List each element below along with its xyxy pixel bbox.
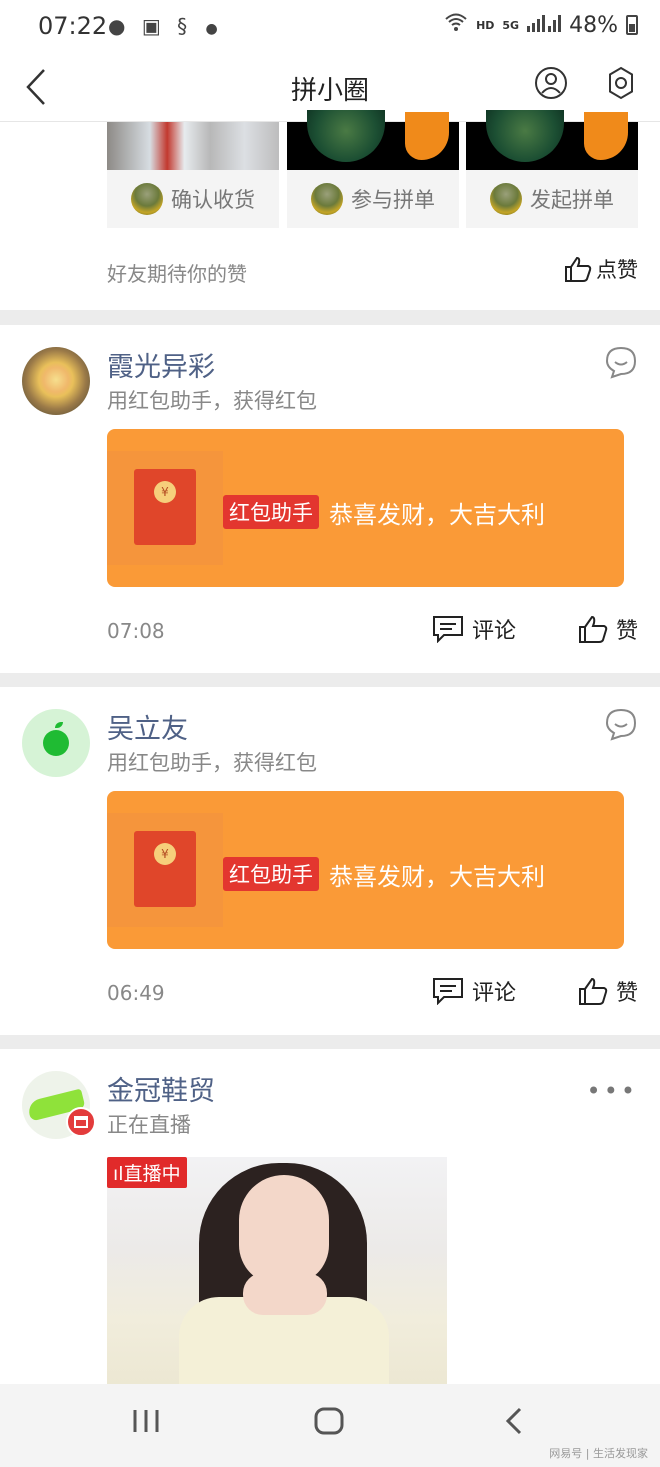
product-image[interactable]	[107, 122, 279, 170]
red-packet-tag: 红包助手	[223, 857, 319, 891]
start-group-order-button[interactable]: 发起拼单	[466, 170, 638, 228]
wechat-icon: ●	[108, 14, 126, 38]
recent-apps-button[interactable]	[132, 1406, 160, 1440]
comment-icon	[433, 978, 463, 1005]
like-button[interactable]: 赞	[578, 613, 638, 645]
red-packet-message: 恭喜发财，大吉大利	[329, 863, 545, 891]
image-icon: ▣	[141, 14, 161, 38]
join-group-order-button[interactable]: 参与拼单	[287, 170, 459, 228]
red-envelope-icon: ¥	[134, 831, 196, 907]
network-label: 5G	[502, 18, 520, 32]
gear-icon	[609, 66, 633, 100]
store-badge-icon	[66, 1107, 96, 1137]
avatar	[311, 183, 343, 215]
feed-post: 金冠鞋贸 正在直播 ••• ıl直播中	[0, 1049, 660, 1389]
post-subtitle: 用红包助手，获得红包	[107, 389, 317, 413]
hd-label: HD	[476, 18, 495, 32]
red-packet-banner[interactable]: ¥ 红包助手 恭喜发财，大吉大利	[107, 791, 624, 949]
status-right: HD 5G 48%	[444, 12, 638, 38]
thumbs-up-icon	[578, 977, 608, 1005]
home-icon	[314, 1407, 344, 1435]
feed-post: 霞光异彩 用红包助手，获得红包 ¥ 红包助手 恭喜发财，大吉大利 07:08 评…	[0, 325, 660, 673]
signal-icon	[527, 13, 562, 38]
pill-label: 确认收货	[171, 188, 255, 212]
status-bar: 07:22 ● ▣ § ● HD 5G 48%	[0, 0, 660, 56]
status-time: 07:22	[38, 12, 108, 40]
like-label: 赞	[615, 619, 638, 644]
avatar	[131, 183, 163, 215]
group-order-card: 确认收货 参与拼单 发起拼单 好友期待你的赞 点赞	[0, 110, 660, 310]
apple-icon	[43, 722, 69, 756]
battery-icon	[626, 15, 638, 35]
friends-waiting-text: 好友期待你的赞	[107, 262, 247, 286]
comment-label: 评论	[472, 981, 517, 1006]
comment-button[interactable]: 评论	[432, 975, 516, 1007]
user-icon	[535, 67, 567, 99]
comment-button[interactable]: 评论	[432, 613, 516, 645]
thumbs-up-icon	[565, 256, 592, 282]
user-name[interactable]: 霞光异彩	[107, 345, 215, 384]
like-label: 赞	[615, 981, 638, 1006]
live-badge-label: 直播中	[123, 1163, 181, 1185]
comment-bubble-icon[interactable]	[604, 345, 638, 379]
like-button[interactable]: 赞	[578, 975, 638, 1007]
thumbs-up-icon	[578, 615, 608, 643]
confirm-receipt-button[interactable]: 确认收货	[107, 170, 279, 228]
notification-icons: ● ▣ § ●	[108, 14, 218, 38]
battery-percent: 48%	[569, 12, 618, 38]
live-stream-thumbnail[interactable]	[107, 1157, 447, 1389]
pill-label: 参与拼单	[351, 188, 435, 212]
live-badge: ıl直播中	[107, 1157, 187, 1188]
more-options-icon[interactable]: •••	[587, 1077, 638, 1105]
user-name[interactable]: 吴立友	[107, 707, 188, 746]
post-time: 07:08	[107, 619, 165, 643]
live-signal-icon: ıl	[113, 1163, 124, 1185]
system-navigation-bar: 网易号 | 生活发现家	[0, 1384, 660, 1467]
avatar	[490, 183, 522, 215]
red-envelope-icon: ¥	[134, 469, 196, 545]
red-packet-message: 恭喜发财，大吉大利	[329, 501, 545, 529]
comment-icon	[433, 616, 463, 643]
product-image[interactable]	[287, 110, 459, 170]
pill-label: 发起拼单	[530, 188, 614, 212]
settings-button[interactable]	[604, 66, 638, 100]
comment-bubble-icon[interactable]	[604, 707, 638, 741]
system-back-button[interactable]	[500, 1406, 528, 1440]
wifi-icon	[444, 12, 468, 38]
comment-label: 评论	[472, 619, 517, 644]
app-icon: §	[177, 14, 188, 38]
red-packet-banner[interactable]: ¥ 红包助手 恭喜发财，大吉大利	[107, 429, 624, 587]
watermark: 网易号 | 生活发现家	[549, 1447, 648, 1460]
avatar[interactable]	[22, 709, 90, 777]
post-time: 06:49	[107, 981, 165, 1005]
feed-post: 吴立友 用红包助手，获得红包 ¥ 红包助手 恭喜发财，大吉大利 06:49 评论…	[0, 687, 660, 1035]
home-button[interactable]	[312, 1406, 346, 1440]
dot-icon: ●	[205, 21, 218, 37]
chevron-left-icon	[505, 1407, 522, 1435]
post-subtitle: 正在直播	[107, 1113, 191, 1137]
recent-apps-icon	[133, 1410, 159, 1432]
avatar[interactable]	[22, 347, 90, 415]
red-packet-tag: 红包助手	[223, 495, 319, 529]
product-image[interactable]	[466, 110, 638, 170]
post-subtitle: 用红包助手，获得红包	[107, 751, 317, 775]
like-button[interactable]: 点赞	[564, 254, 638, 284]
like-label: 点赞	[596, 258, 638, 282]
profile-button[interactable]	[534, 66, 568, 100]
user-name[interactable]: 金冠鞋贸	[107, 1069, 215, 1108]
